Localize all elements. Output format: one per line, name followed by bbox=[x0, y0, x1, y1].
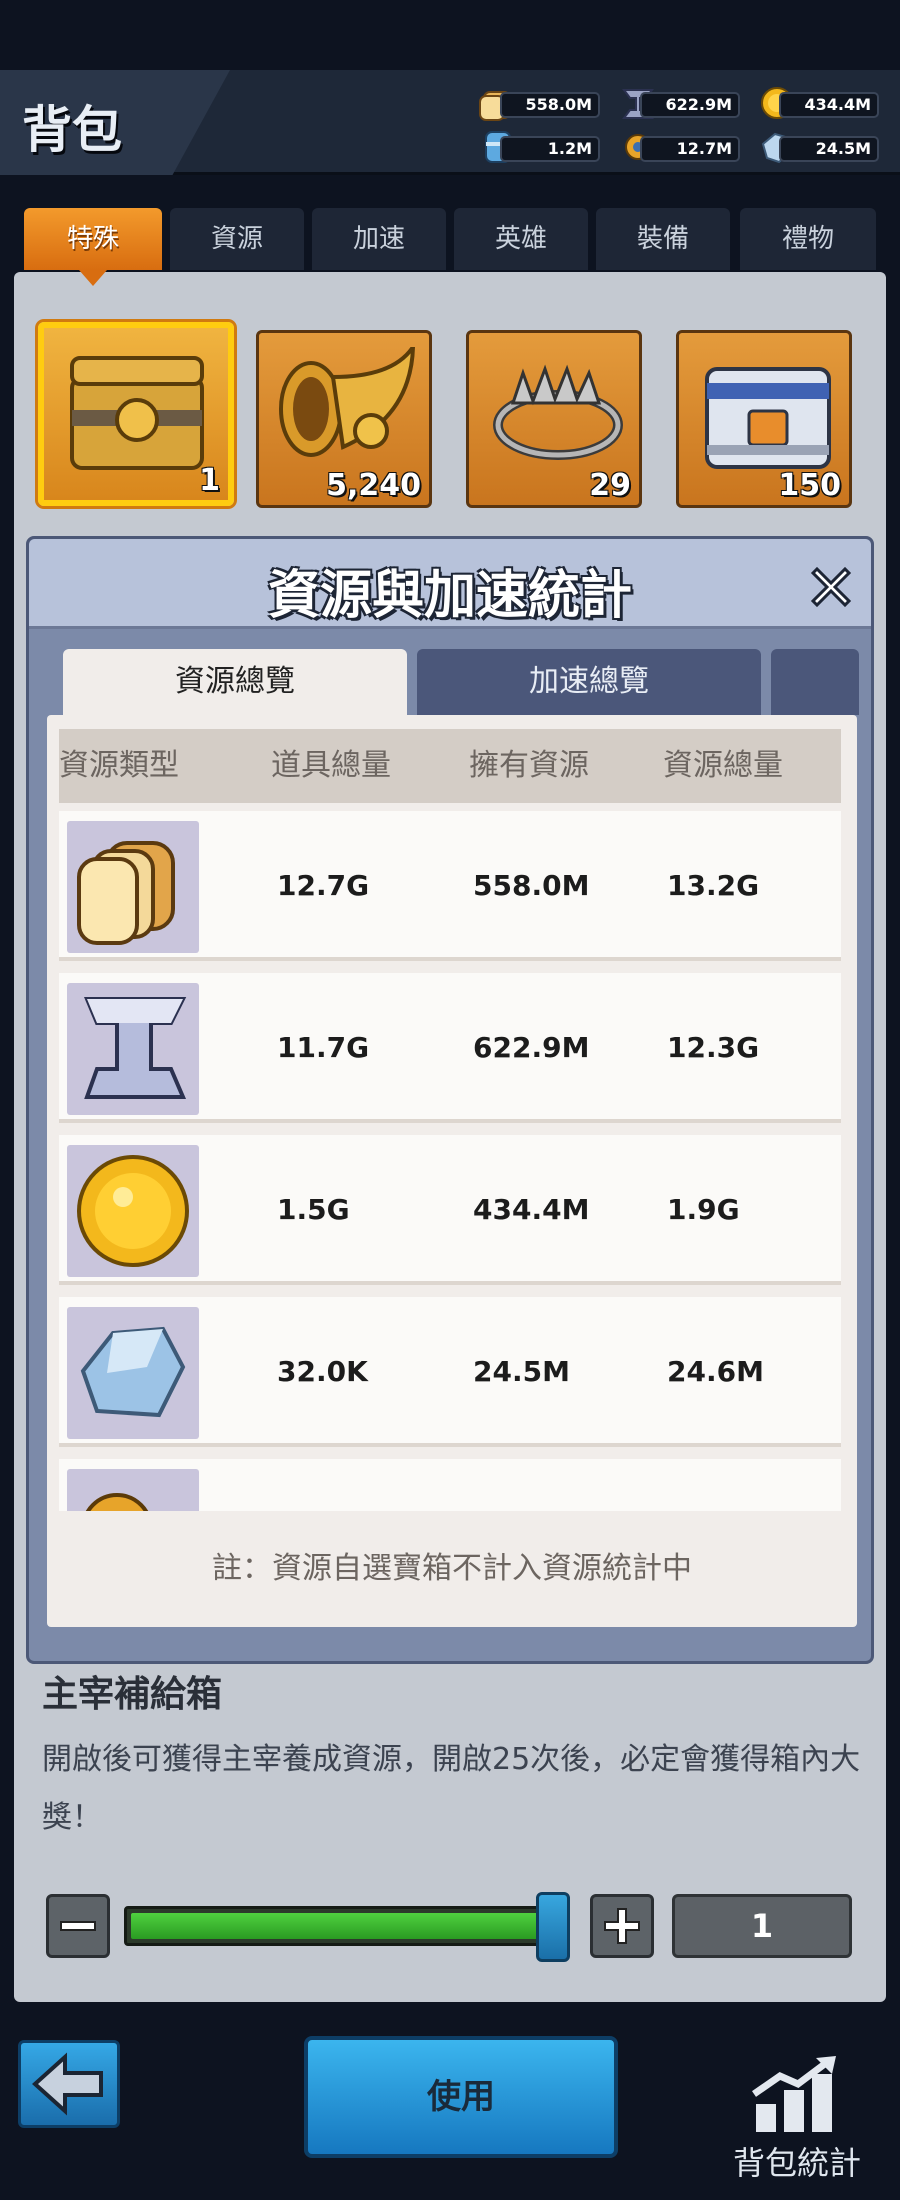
item-description-text: 開啟後可獲得主宰養成資源，開啟25次後，必定會獲得箱內大獎！ bbox=[42, 1742, 861, 1835]
bread-icon bbox=[77, 841, 175, 945]
quantity-input[interactable]: 1 bbox=[672, 1894, 852, 1958]
table-rows[interactable]: 12.7G 558.0M 13.2G 11.7G 622.9M 12.3G 1.… bbox=[59, 811, 841, 1511]
resource-crystal[interactable]: 24.5M bbox=[757, 132, 882, 164]
trap-icon bbox=[493, 364, 623, 460]
resource-iron[interactable]: 622.9M bbox=[618, 88, 743, 119]
tab-more[interactable] bbox=[771, 649, 859, 715]
table-row: 1.5G 434.4M 1.9G bbox=[59, 1135, 841, 1285]
item-slot-trap[interactable]: 29 bbox=[466, 330, 642, 508]
quantity-slider[interactable] bbox=[124, 1906, 564, 1946]
item-count: 1 bbox=[199, 463, 220, 498]
item-count: 5,240 bbox=[326, 468, 421, 503]
items-total-value: 32.0K bbox=[277, 1355, 368, 1388]
item-slot-chest[interactable]: 1 bbox=[38, 322, 234, 506]
table-header: 資源類型 道具總量 擁有資源 資源總量 bbox=[59, 729, 841, 803]
owned-value: 434.4M bbox=[473, 1193, 590, 1226]
tab-resources[interactable]: 資源 bbox=[170, 208, 304, 270]
gear-tool-icon bbox=[85, 1493, 149, 1511]
stats-modal: 資源與加速統計 資源總覽 加速總覽 資源類型 道具總量 擁有資源 資源總量 12… bbox=[26, 536, 874, 1664]
tab-gifts[interactable]: 禮物 bbox=[740, 208, 876, 270]
item-description: 主宰補給箱 開啟後可獲得主宰養成資源，開啟25次後，必定會獲得箱內大獎！ bbox=[42, 1665, 862, 1847]
resource-value: 622.9M bbox=[640, 92, 740, 118]
bar-chart-icon bbox=[752, 2056, 836, 2132]
row-icon-cell bbox=[67, 983, 199, 1115]
resource-value: 434.4M bbox=[779, 92, 879, 118]
modal-header: 資源與加速統計 bbox=[29, 539, 871, 629]
table-row: 12.7G 558.0M 13.2G bbox=[59, 811, 841, 961]
total-value: 1.9G bbox=[667, 1193, 740, 1226]
owned-value: 622.9M bbox=[473, 1031, 590, 1064]
item-count: 29 bbox=[589, 468, 631, 503]
total-value: 12.3G bbox=[667, 1031, 760, 1064]
column-owned: 擁有資源 bbox=[469, 748, 589, 783]
resource-value: 1.2M bbox=[500, 136, 600, 162]
treasure-chest-icon bbox=[70, 356, 204, 470]
resource-gold[interactable]: 434.4M bbox=[757, 87, 882, 119]
table-row: 32.0K 24.5M 24.6M bbox=[59, 1297, 841, 1447]
items-total-value: 12.7G bbox=[277, 869, 370, 902]
plus-icon bbox=[604, 1908, 640, 1944]
column-resource-type: 資源類型 bbox=[59, 748, 179, 783]
close-icon[interactable] bbox=[805, 561, 857, 613]
back-arrow-icon bbox=[32, 2052, 103, 2116]
footnote: 註：資源自選寶箱不計入資源統計中 bbox=[212, 1551, 692, 1586]
tab-speedups[interactable]: 加速 bbox=[312, 208, 446, 270]
resource-bread[interactable]: 558.0M bbox=[478, 88, 603, 121]
resource-water[interactable]: 1.2M bbox=[478, 131, 603, 163]
column-total: 資源總量 bbox=[663, 748, 783, 783]
items-total-value: 1.5G bbox=[277, 1193, 350, 1226]
gold-coin-icon bbox=[77, 1155, 189, 1267]
back-button[interactable] bbox=[18, 2040, 120, 2128]
item-slot-horn[interactable]: 5,240 bbox=[256, 330, 432, 508]
total-value: 13.2G bbox=[667, 869, 760, 902]
row-icon-cell bbox=[67, 1469, 199, 1511]
row-icon-cell bbox=[67, 821, 199, 953]
iron-icon bbox=[84, 997, 187, 1099]
row-icon-cell bbox=[67, 1145, 199, 1277]
bag-stats-button[interactable]: 背包統計 bbox=[702, 2054, 892, 2194]
resource-value: 24.5M bbox=[779, 136, 879, 162]
tab-speedup-overview[interactable]: 加速總覽 bbox=[417, 649, 761, 715]
item-slot-crate[interactable]: 150 bbox=[676, 330, 852, 508]
resource-overview-content: 資源類型 道具總量 擁有資源 資源總量 12.7G 558.0M 13.2G 1… bbox=[47, 715, 857, 1627]
resource-gear[interactable]: 12.7M bbox=[618, 132, 743, 162]
crystal-icon bbox=[80, 1326, 186, 1418]
table-row: 11.7G 622.9M 12.3G bbox=[59, 973, 841, 1123]
slider-handle[interactable] bbox=[536, 1892, 570, 1962]
row-icon-cell bbox=[67, 1307, 199, 1439]
page-title: 背包 bbox=[22, 101, 122, 159]
use-button[interactable]: 使用 bbox=[304, 2036, 618, 2158]
decrease-button[interactable] bbox=[46, 1894, 110, 1958]
column-items-total: 道具總量 bbox=[271, 748, 391, 783]
item-name: 主宰補給箱 bbox=[42, 1674, 223, 1715]
tab-equipment[interactable]: 裝備 bbox=[596, 208, 730, 270]
item-count: 150 bbox=[778, 468, 841, 503]
supply-crate-icon bbox=[705, 367, 831, 469]
slider-fill bbox=[131, 1913, 563, 1939]
minus-icon bbox=[60, 1921, 96, 1931]
resource-value: 558.0M bbox=[500, 92, 600, 118]
tab-special[interactable]: 特殊 bbox=[24, 208, 162, 286]
owned-value: 24.5M bbox=[473, 1355, 570, 1388]
modal-title: 資源與加速統計 bbox=[267, 566, 632, 626]
items-total-value: 11.7G bbox=[277, 1031, 370, 1064]
increase-button[interactable] bbox=[590, 1894, 654, 1958]
total-value: 24.6M bbox=[667, 1355, 764, 1388]
table-row bbox=[59, 1459, 841, 1511]
resource-value: 12.7M bbox=[640, 136, 740, 162]
tab-heroes[interactable]: 英雄 bbox=[454, 208, 588, 270]
horn-icon bbox=[279, 347, 416, 457]
tab-resource-overview[interactable]: 資源總覽 bbox=[63, 649, 407, 715]
bag-stats-label: 背包統計 bbox=[732, 2144, 861, 2182]
owned-value: 558.0M bbox=[473, 869, 590, 902]
